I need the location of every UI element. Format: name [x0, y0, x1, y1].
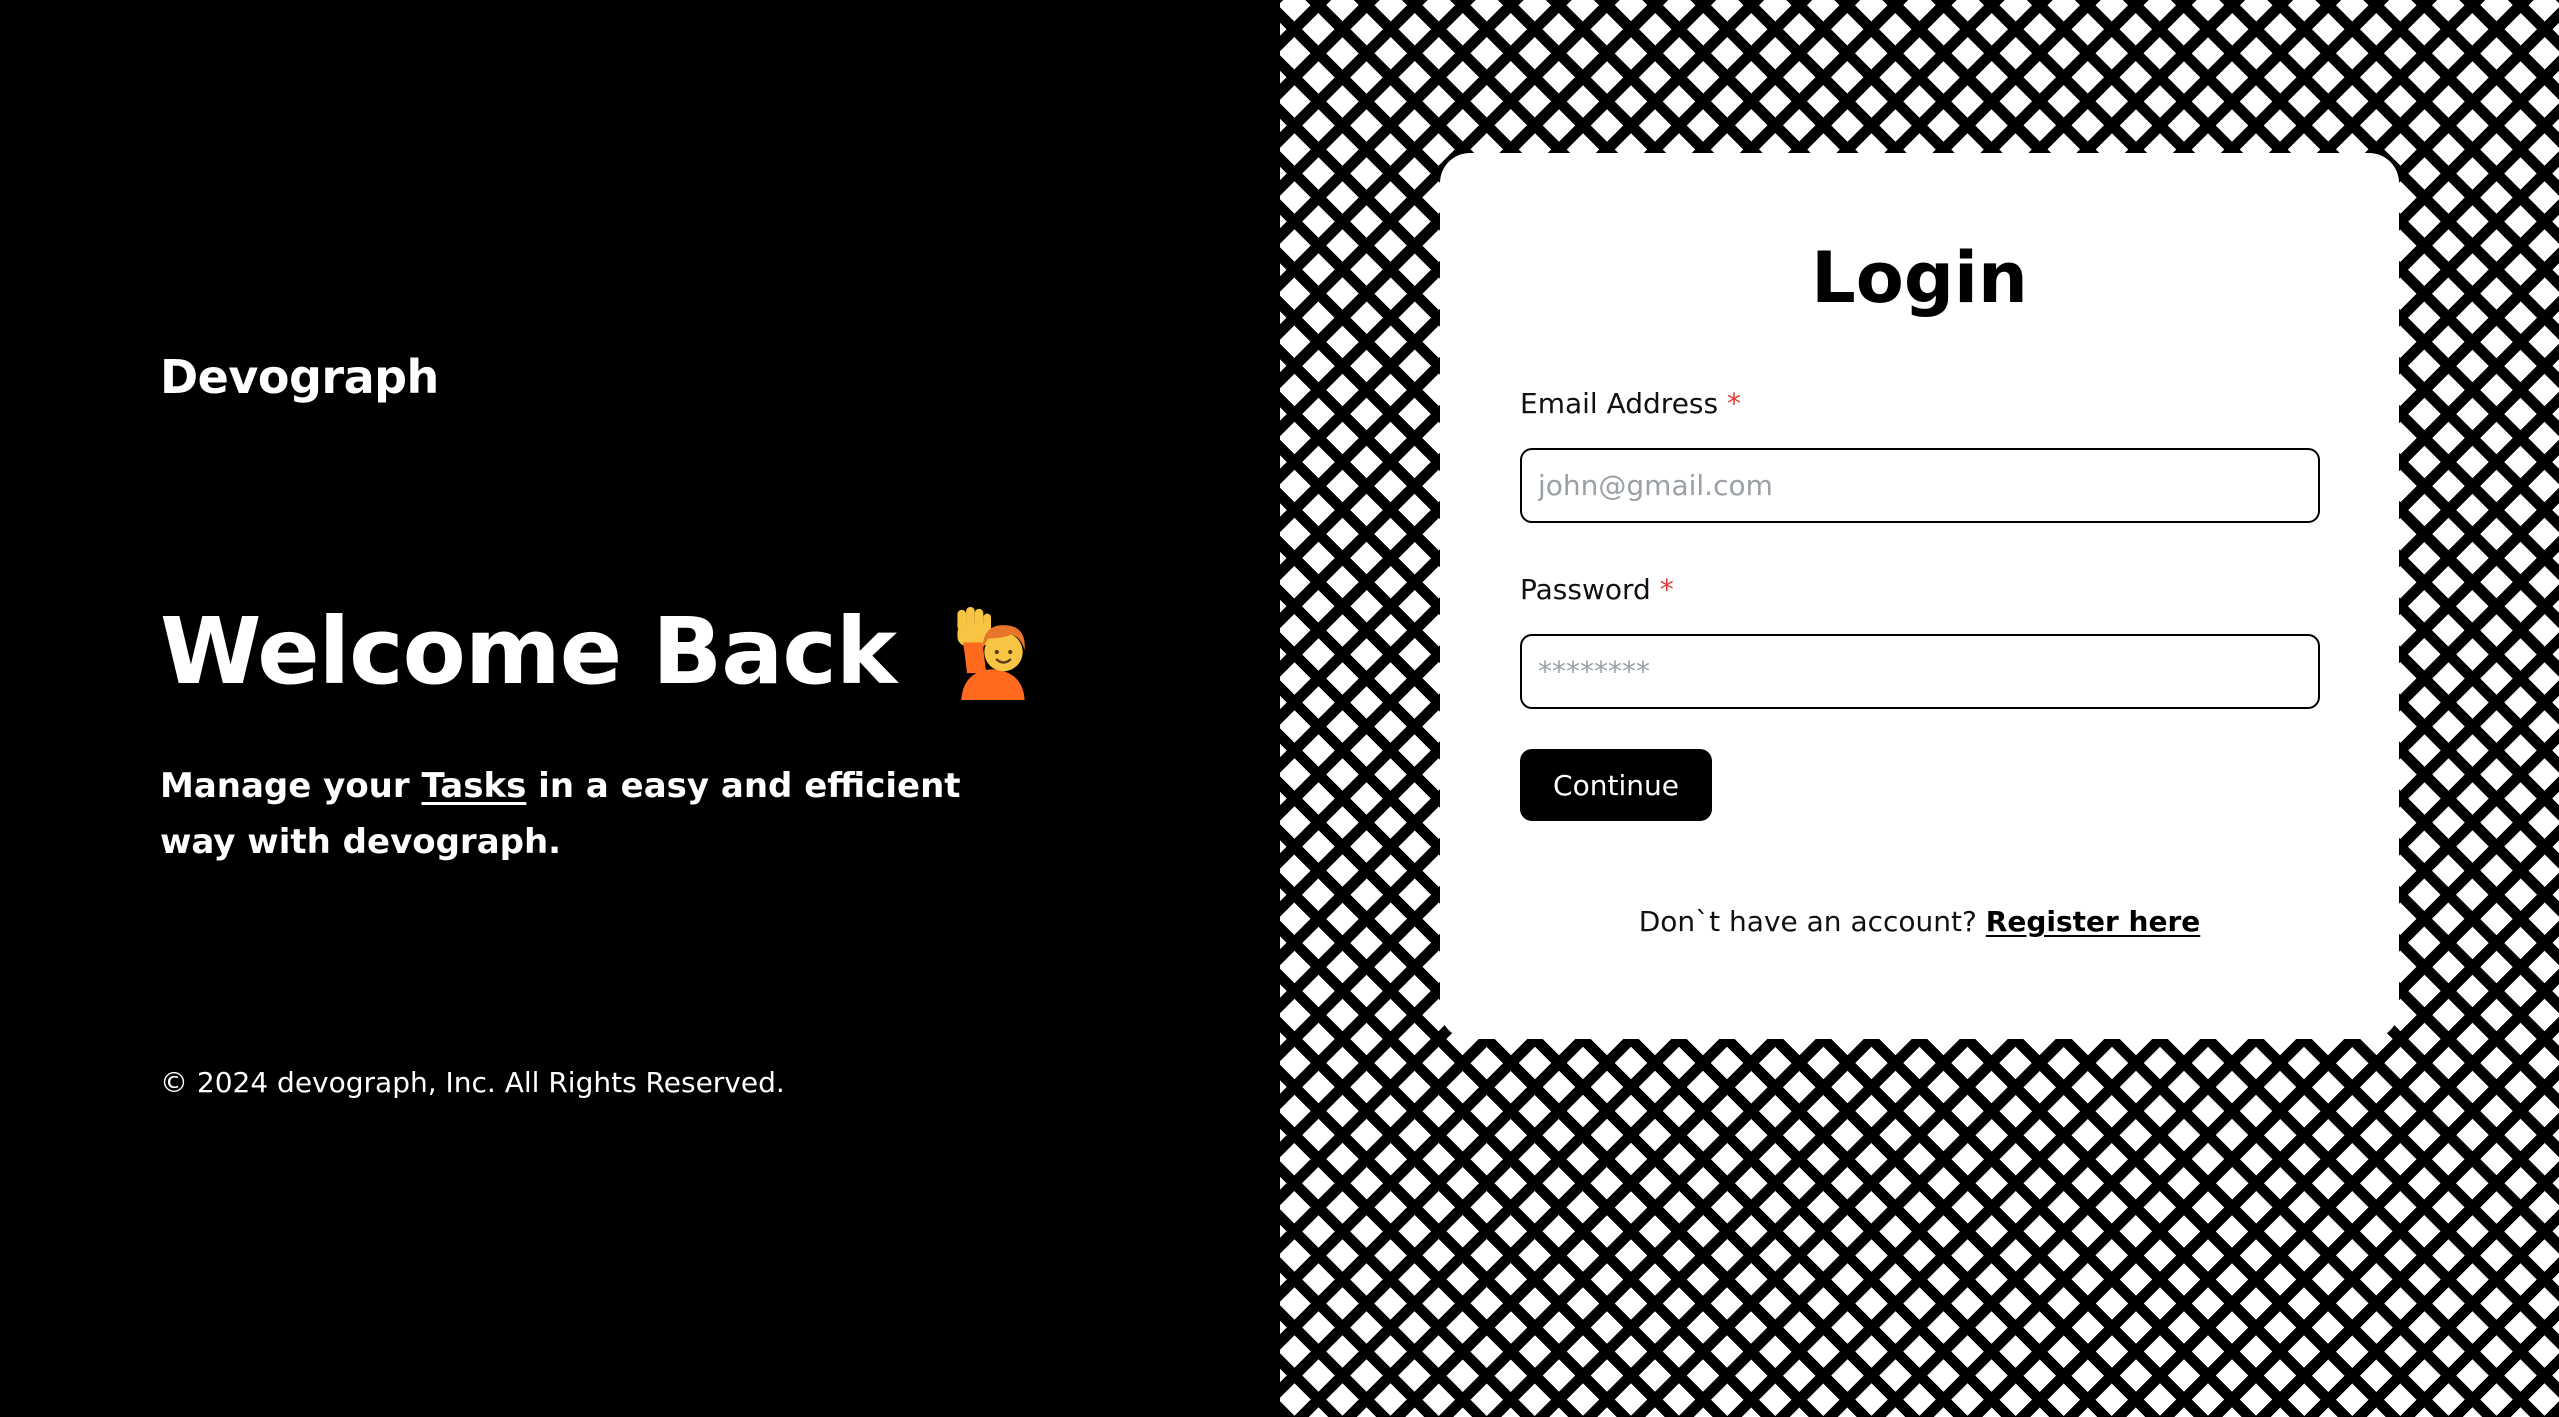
password-required-mark: * [1659, 573, 1674, 606]
welcome-headline: Welcome Back [160, 598, 1040, 705]
login-title: Login [1811, 237, 2028, 319]
tagline: Manage your Tasks in a easy and efficien… [160, 758, 1040, 870]
email-label: Email Address * [1520, 387, 2319, 420]
pattern-panel: Login Email Address * Password * Continu… [1280, 0, 2559, 1417]
login-card: Login Email Address * Password * Continu… [1440, 153, 2399, 1039]
register-prompt: Don`t have an account? Register here [1520, 905, 2319, 938]
email-label-text: Email Address [1520, 387, 1719, 420]
continue-button[interactable]: Continue [1520, 749, 1712, 821]
welcome-headline-text: Welcome Back [160, 598, 897, 705]
email-input[interactable] [1520, 448, 2320, 523]
password-label-text: Password [1520, 573, 1651, 606]
tasks-link[interactable]: Tasks [422, 766, 527, 806]
tagline-prefix: Manage your [160, 766, 422, 806]
brand-logo: Devograph [160, 350, 439, 404]
copyright-footer: © 2024 devograph, Inc. All Rights Reserv… [160, 1066, 785, 1099]
login-page: Devograph Welcome Back Manage your Tasks… [0, 0, 2559, 1417]
welcome-panel: Devograph Welcome Back Manage your Tasks… [0, 0, 1280, 1417]
email-required-mark: * [1727, 387, 1741, 420]
password-label: Password * [1520, 573, 2319, 606]
password-input[interactable] [1520, 634, 2320, 709]
register-link[interactable]: Register here [1986, 905, 2201, 938]
register-prompt-text: Don`t have an account? [1638, 905, 1977, 938]
person-raising-hand-icon [957, 606, 1025, 700]
